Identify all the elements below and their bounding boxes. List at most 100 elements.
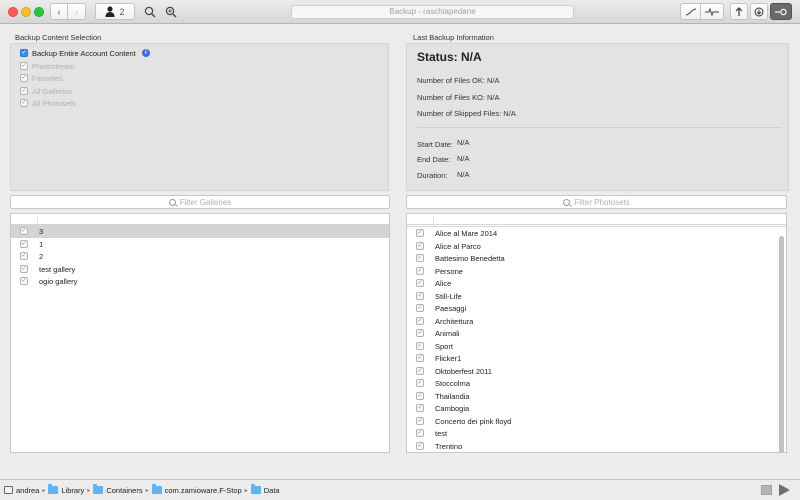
table-row[interactable]: ✓ 3: [11, 225, 389, 238]
table-row[interactable]: ✓ Sport: [407, 340, 786, 353]
checkbox[interactable]: ✓: [20, 227, 28, 235]
chevron-left-icon: ‹: [57, 6, 61, 17]
table-row[interactable]: ✓ Paesaggi: [407, 302, 786, 315]
checkbox[interactable]: ✓: [416, 379, 424, 387]
photoset-name: Concerto dei pink floyd: [435, 416, 512, 426]
path-item-library[interactable]: Library: [48, 484, 84, 495]
curve-button[interactable]: [680, 3, 701, 20]
window-title: Backup - raschiapedane: [291, 5, 574, 19]
download-button[interactable]: [750, 3, 768, 20]
nav-forward-button[interactable]: ›: [68, 3, 86, 20]
filter-photosets-input[interactable]: Filter Photosets: [406, 195, 787, 209]
checkbox[interactable]: ✓: [416, 241, 424, 250]
checkbox[interactable]: ✓: [416, 341, 424, 350]
checkbox[interactable]: ✓: [20, 239, 28, 248]
table-row[interactable]: ✓ Oktoberfest 2011: [407, 365, 786, 378]
checkbox[interactable]: ✓: [416, 291, 424, 300]
table-row[interactable]: ✓ Battesimo Benedetta: [407, 252, 786, 265]
table-row[interactable]: ✓ Animali: [407, 327, 786, 340]
table-row[interactable]: ✓ Stoccolma: [407, 377, 786, 390]
checkbox[interactable]: ✓: [20, 99, 28, 107]
path-item-andrea[interactable]: andrea: [4, 486, 39, 495]
checkbox[interactable]: ✓: [416, 391, 424, 400]
photoset-name: Trentino: [435, 441, 463, 451]
table-row[interactable]: ✓ 2: [11, 250, 389, 263]
gallery-name: 3: [39, 227, 44, 236]
checkbox[interactable]: ✓: [416, 266, 424, 275]
backup-entire-account-option[interactable]: ✓ Backup Entire Account Content i: [20, 48, 150, 58]
table-row[interactable]: ✓ Cambogia: [407, 402, 786, 415]
photoset-name: Thailandia: [435, 391, 470, 401]
stop-button[interactable]: [761, 485, 772, 495]
play-button[interactable]: [779, 484, 790, 496]
table-row[interactable]: ✓ Alice: [407, 277, 786, 290]
checkbox[interactable]: ✓: [416, 229, 424, 237]
checkbox[interactable]: ✓: [416, 316, 424, 325]
table-row[interactable]: ✓ Flicker1: [407, 352, 786, 365]
checkbox[interactable]: ✓: [416, 441, 424, 450]
path-separator-icon: ▸: [244, 487, 248, 494]
toggle-icon: [775, 8, 787, 15]
checkbox[interactable]: ✓: [20, 74, 28, 82]
gallery-name: 2: [39, 252, 44, 261]
path-item-data[interactable]: Data: [250, 484, 280, 495]
photosets-scrollbar[interactable]: [779, 236, 784, 452]
all-galleries-option[interactable]: ✓ All Galleries: [20, 86, 72, 96]
checkbox[interactable]: ✓: [20, 277, 28, 285]
table-row[interactable]: ✓ test: [407, 427, 786, 440]
table-row[interactable]: ✓ 1: [11, 238, 389, 251]
checkbox[interactable]: ✓: [416, 429, 424, 437]
photosets-table[interactable]: ✓ Alice al Mare 2014 ✓ Alice al Parco ✓ Bat…: [406, 213, 787, 453]
galleries-table[interactable]: ✓ 3 ✓ 1 ✓ 2 ✓ test gallery ✓ ogio galler…: [10, 213, 390, 453]
path-label: Containers: [106, 485, 143, 495]
folder-icon: [48, 484, 59, 494]
minimize-window-button[interactable]: [21, 7, 31, 17]
favorites-option[interactable]: ✓ Favorites: [20, 73, 63, 83]
checkbox[interactable]: ✓: [20, 87, 28, 95]
checkbox[interactable]: ✓: [416, 279, 424, 287]
photoset-name: Persone: [435, 266, 463, 276]
zoom-search-button[interactable]: [162, 3, 180, 20]
table-row[interactable]: ✓ test gallery: [11, 263, 389, 276]
table-row[interactable]: ✓ Still-Life: [407, 290, 786, 303]
toggle-button[interactable]: [770, 3, 792, 20]
checkbox[interactable]: ✓: [416, 354, 424, 362]
photoset-name: Alice: [435, 279, 452, 288]
table-row[interactable]: ✓ Concerto dei pink floyd: [407, 415, 786, 428]
all-photosets-option[interactable]: ✓ All Photosets: [20, 98, 76, 108]
backup-content-title: Backup Content Selection: [15, 33, 102, 42]
photoset-name: Paesaggi: [435, 304, 467, 313]
backup-content-panel: ✓ Backup Entire Account Content i ✓ Phot…: [10, 43, 389, 191]
search-button[interactable]: [141, 3, 159, 20]
checkbox[interactable]: ✓: [20, 252, 28, 260]
waveform-button[interactable]: [701, 3, 724, 20]
search-icon: [563, 198, 571, 206]
checkbox[interactable]: ✓: [20, 49, 28, 57]
zoom-window-button[interactable]: [34, 7, 44, 17]
filter-galleries-input[interactable]: Filter Galleries: [10, 195, 390, 209]
checkbox[interactable]: ✓: [416, 416, 424, 425]
path-item-containers[interactable]: Containers: [93, 484, 143, 495]
table-row[interactable]: ✓ Architettura: [407, 315, 786, 328]
checkbox[interactable]: ✓: [20, 62, 28, 70]
checkbox[interactable]: ✓: [416, 254, 424, 262]
info-icon[interactable]: i: [141, 49, 150, 57]
table-row[interactable]: ✓ Thailandia: [407, 390, 786, 403]
close-window-button[interactable]: [8, 7, 18, 17]
account-button[interactable]: 2: [95, 3, 135, 20]
checkbox[interactable]: ✓: [416, 404, 424, 412]
table-row[interactable]: ✓ Alice al Mare 2014: [407, 227, 786, 240]
table-row[interactable]: ✓ ogio gallery: [11, 275, 389, 288]
checkbox[interactable]: ✓: [20, 264, 28, 273]
table-row[interactable]: ✓ Alice al Parco: [407, 240, 786, 253]
table-row[interactable]: ✓ Trentino: [407, 440, 786, 453]
photostream-option[interactable]: ✓ Photostream: [20, 61, 75, 71]
nav-back-button[interactable]: ‹: [50, 3, 68, 20]
checkbox[interactable]: ✓: [416, 304, 424, 312]
waveform-icon: [705, 7, 719, 16]
checkbox[interactable]: ✓: [416, 329, 424, 337]
upload-button[interactable]: [730, 3, 748, 20]
table-row[interactable]: ✓ Persone: [407, 265, 786, 278]
path-item-app-container[interactable]: com.zamioware.F-Stop: [151, 484, 242, 495]
checkbox[interactable]: ✓: [416, 366, 424, 375]
